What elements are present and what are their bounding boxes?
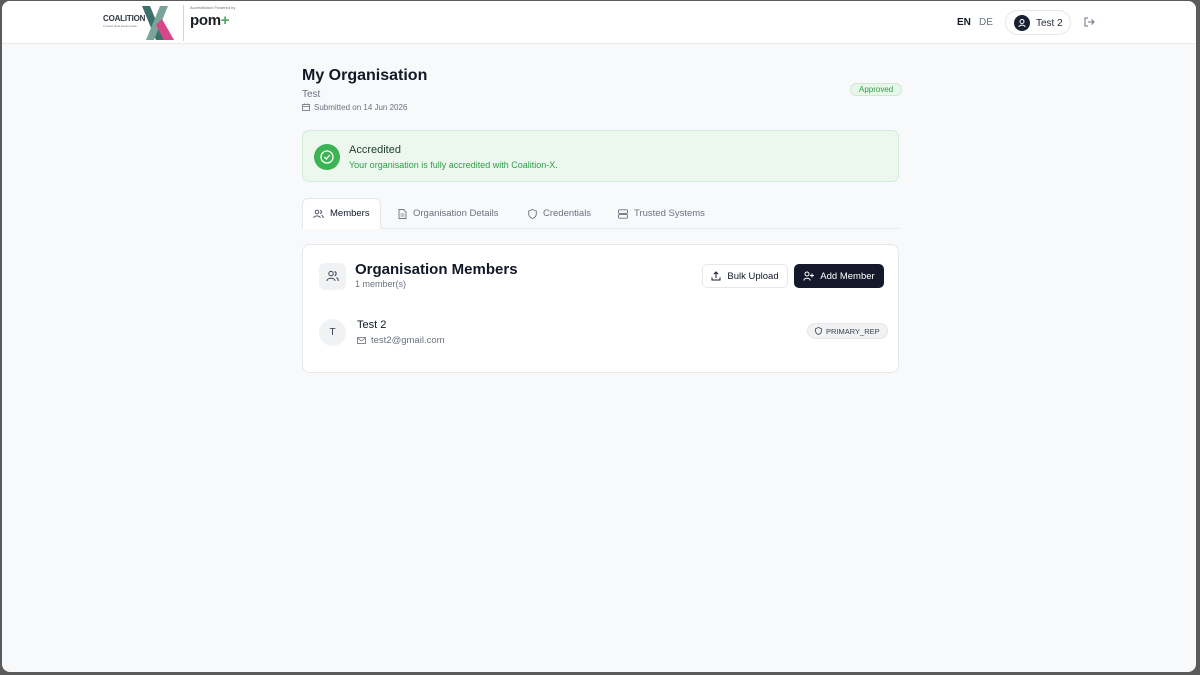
role-badge: PRIMARY_REP: [807, 323, 888, 339]
organisation-name: Test: [302, 89, 321, 100]
top-header: COALITION Trusted Real Estate Data Accre…: [2, 1, 1196, 44]
tab-organisation-details-label: Organisation Details: [413, 208, 499, 219]
document-icon: [398, 208, 407, 219]
add-member-label: Add Member: [820, 270, 875, 282]
bulk-upload-button[interactable]: Bulk Upload: [702, 264, 788, 288]
page-title: My Organisation: [302, 67, 428, 84]
member-name: Test 2: [357, 319, 387, 331]
accredited-title: Accredited: [349, 144, 401, 156]
logo-subtext: Trusted Real Estate Data: [103, 24, 137, 28]
user-avatar-icon: [1014, 15, 1030, 31]
language-de-button[interactable]: DE: [979, 17, 993, 28]
member-email: test2@gmail.com: [357, 335, 445, 346]
check-circle-icon: [314, 144, 340, 170]
submitted-date-text: Submitted on 14 Jun 2026: [314, 103, 408, 112]
language-en-button[interactable]: EN: [957, 17, 971, 28]
accredited-description: Your organisation is fully accredited wi…: [349, 160, 558, 170]
logo-divider: [183, 5, 184, 41]
member-count: 1 member(s): [355, 279, 407, 289]
server-icon: [618, 208, 628, 219]
app-window: COALITION Trusted Real Estate Data Accre…: [2, 1, 1196, 672]
logo-text: COALITION: [103, 14, 146, 23]
tab-credentials[interactable]: Credentials: [528, 198, 591, 229]
calendar-icon: [302, 103, 310, 111]
accredited-banner: Accredited Your organisation is fully ac…: [302, 130, 899, 182]
role-badge-label: PRIMARY_REP: [826, 326, 880, 336]
users-icon: [319, 263, 346, 290]
members-card: Organisation Members 1 member(s) Bulk Up…: [302, 244, 899, 373]
card-title: Organisation Members: [355, 261, 518, 278]
pom-logo: pom+: [190, 12, 230, 29]
status-badge: Approved: [850, 83, 903, 96]
shield-icon: [528, 208, 537, 219]
tab-trusted-systems[interactable]: Trusted Systems: [618, 198, 705, 229]
mail-icon: [357, 337, 366, 344]
upload-icon: [711, 271, 721, 281]
add-user-icon: [803, 271, 815, 281]
submitted-date: Submitted on 14 Jun 2026: [302, 103, 407, 112]
bulk-upload-label: Bulk Upload: [727, 270, 779, 282]
tab-members-label: Members: [330, 208, 370, 219]
logout-icon[interactable]: [1083, 16, 1095, 28]
member-email-text: test2@gmail.com: [371, 335, 445, 346]
shield-icon: [815, 327, 822, 335]
coalition-x-logo[interactable]: [102, 5, 182, 41]
users-icon: [313, 209, 324, 218]
tab-bar: Members Organisation Details Credentials…: [302, 198, 899, 229]
tab-credentials-label: Credentials: [543, 208, 592, 219]
add-member-button[interactable]: Add Member: [794, 264, 884, 288]
tab-members[interactable]: Members: [302, 198, 381, 229]
pom-logo-plus: +: [220, 12, 230, 29]
tab-organisation-details[interactable]: Organisation Details: [398, 198, 499, 229]
tab-trusted-systems-label: Trusted Systems: [634, 208, 705, 219]
user-menu-button[interactable]: Test 2: [1005, 10, 1071, 35]
pom-logo-text: pom: [190, 12, 221, 29]
member-avatar: T: [319, 319, 346, 346]
user-name: Test 2: [1036, 18, 1063, 29]
powered-by-label: Accreditation Powered by: [190, 5, 236, 10]
